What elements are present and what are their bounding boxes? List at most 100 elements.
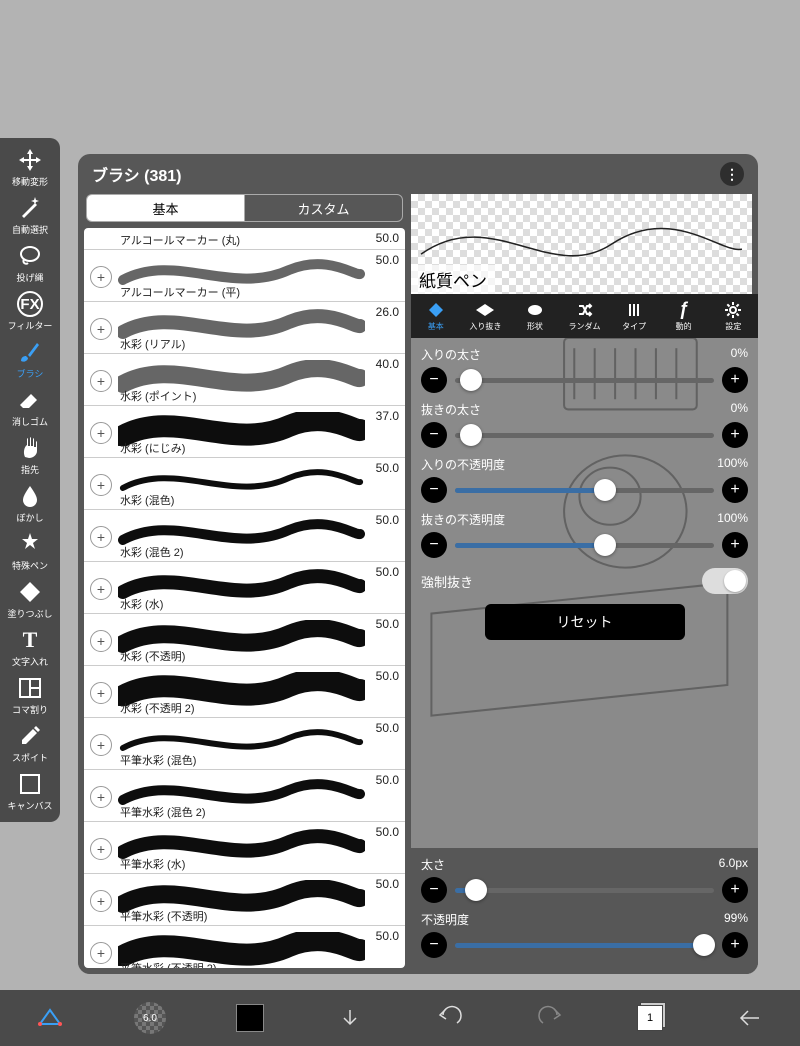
tool-eyedrop[interactable]: スポイト — [2, 720, 58, 768]
add-brush-button[interactable]: + — [90, 890, 112, 912]
slider-太さ: 太さ6.0px−+ — [421, 856, 748, 903]
add-brush-button[interactable]: + — [90, 682, 112, 704]
brush-name: アルコールマーカー (丸) — [120, 232, 240, 248]
smudge-icon — [16, 434, 44, 462]
slider-track[interactable] — [455, 488, 714, 493]
add-brush-button[interactable]: + — [90, 318, 112, 340]
tool-canvas[interactable]: キャンバス — [2, 768, 58, 816]
brush-size-value: 50.0 — [376, 617, 399, 631]
brush-row[interactable]: +平筆水彩 (不透明)50.0 — [84, 874, 405, 926]
layers-icon[interactable]: 1 — [628, 996, 672, 1040]
minus-button[interactable]: − — [421, 367, 447, 393]
brush-name: 水彩 (混色 2) — [120, 544, 184, 560]
add-brush-button[interactable]: + — [90, 838, 112, 860]
tool-fill[interactable]: 塗りつぶし — [2, 576, 58, 624]
prop-tab-shape[interactable]: 形状 — [510, 294, 560, 338]
slider-入りの不透明度: 入りの不透明度100%−+ — [421, 456, 748, 503]
color-swatch[interactable] — [228, 996, 272, 1040]
prop-tab-basic[interactable]: 基本 — [411, 294, 461, 338]
brush-size-value: 50.0 — [376, 253, 399, 267]
brush-row[interactable]: +平筆水彩 (水)50.0 — [84, 822, 405, 874]
slider-track[interactable] — [455, 378, 714, 383]
brush-row[interactable]: +水彩 (混色 2)50.0 — [84, 510, 405, 562]
reset-button[interactable]: リセット — [485, 604, 685, 640]
undo-icon[interactable] — [428, 996, 472, 1040]
brush-row[interactable]: +水彩 (混色)50.0 — [84, 458, 405, 510]
slider-track[interactable] — [455, 943, 714, 948]
fx-icon: FX — [16, 290, 44, 318]
brush-row[interactable]: +平筆水彩 (混色 2)50.0 — [84, 770, 405, 822]
brush-icon — [16, 338, 44, 366]
prop-tab-inout[interactable]: 入り抜き — [461, 294, 511, 338]
add-brush-button[interactable]: + — [90, 734, 112, 756]
brush-size-swatch[interactable]: 6.0 — [128, 996, 172, 1040]
tool-brush[interactable]: ブラシ — [2, 336, 58, 384]
plus-button[interactable]: + — [722, 477, 748, 503]
shape-tool-icon[interactable] — [28, 996, 72, 1040]
add-brush-button[interactable]: + — [90, 630, 112, 652]
prop-tab-label: タイプ — [622, 321, 646, 332]
tool-magic[interactable]: 自動選択 — [2, 192, 58, 240]
brush-row[interactable]: +平筆水彩 (混色)50.0 — [84, 718, 405, 770]
tool-eraser[interactable]: 消しゴム — [2, 384, 58, 432]
tool-fx[interactable]: FXフィルター — [2, 288, 58, 336]
brush-size-value: 50.0 — [376, 565, 399, 579]
add-brush-button[interactable]: + — [90, 370, 112, 392]
slider-value: 6.0px — [719, 856, 748, 873]
tool-text[interactable]: T文字入れ — [2, 624, 58, 672]
prop-tab-settings[interactable]: 設定 — [708, 294, 758, 338]
tool-special[interactable]: 特殊ペン — [2, 528, 58, 576]
download-icon[interactable] — [328, 996, 372, 1040]
brush-row[interactable]: アルコールマーカー (丸)50.0 — [84, 228, 405, 250]
tool-lasso[interactable]: 投げ縄 — [2, 240, 58, 288]
type-icon — [625, 301, 643, 319]
prop-tab-dynamic[interactable]: ƒ動的 — [659, 294, 709, 338]
plus-button[interactable]: + — [722, 367, 748, 393]
tab-custom[interactable]: カスタム — [244, 194, 403, 222]
add-brush-button[interactable]: + — [90, 266, 112, 288]
add-brush-button[interactable]: + — [90, 942, 112, 964]
add-brush-button[interactable]: + — [90, 578, 112, 600]
plus-button[interactable]: + — [722, 422, 748, 448]
brush-row[interactable]: +平筆水彩 (不透明 2)50.0 — [84, 926, 405, 968]
brush-list[interactable]: アルコールマーカー (丸)50.0+アルコールマーカー (平)50.0+水彩 (… — [84, 228, 405, 968]
plus-button[interactable]: + — [722, 932, 748, 958]
tab-basic[interactable]: 基本 — [86, 194, 244, 222]
minus-button[interactable]: − — [421, 532, 447, 558]
brush-row[interactable]: +アルコールマーカー (平)50.0 — [84, 250, 405, 302]
tool-move[interactable]: 移動変形 — [2, 144, 58, 192]
slider-track[interactable] — [455, 433, 714, 438]
force-out-switch[interactable] — [702, 568, 748, 594]
add-brush-button[interactable]: + — [90, 786, 112, 808]
tool-blur[interactable]: ぼかし — [2, 480, 58, 528]
tool-label: 特殊ペン — [12, 559, 48, 572]
add-brush-button[interactable]: + — [90, 526, 112, 548]
slider-track[interactable] — [455, 888, 714, 893]
back-icon[interactable] — [728, 996, 772, 1040]
minus-button[interactable]: − — [421, 932, 447, 958]
eraser-icon — [16, 386, 44, 414]
tool-frame[interactable]: コマ割り — [2, 672, 58, 720]
tool-smudge[interactable]: 指先 — [2, 432, 58, 480]
brush-row[interactable]: +水彩 (リアル)26.0 — [84, 302, 405, 354]
brush-row[interactable]: + 水彩 (水) 50.0 — [84, 562, 405, 614]
prop-tab-type[interactable]: タイプ — [609, 294, 659, 338]
text-icon: T — [16, 626, 44, 654]
prop-tab-random[interactable]: ランダム — [560, 294, 610, 338]
add-brush-button[interactable]: + — [90, 474, 112, 496]
add-brush-button[interactable]: + — [90, 422, 112, 444]
brush-row[interactable]: +水彩 (にじみ)37.0 — [84, 406, 405, 458]
tool-label: 消しゴム — [12, 415, 48, 428]
brush-row[interactable]: +水彩 (ポイント)40.0 — [84, 354, 405, 406]
brush-row[interactable]: +水彩 (不透明)50.0 — [84, 614, 405, 666]
brush-name: 水彩 (水) — [120, 596, 163, 612]
plus-button[interactable]: + — [722, 532, 748, 558]
minus-button[interactable]: − — [421, 422, 447, 448]
minus-button[interactable]: − — [421, 877, 447, 903]
minus-button[interactable]: − — [421, 477, 447, 503]
redo-icon[interactable] — [528, 996, 572, 1040]
more-button[interactable]: ⋮ — [720, 162, 744, 186]
brush-row[interactable]: +水彩 (不透明 2)50.0 — [84, 666, 405, 718]
plus-button[interactable]: + — [722, 877, 748, 903]
slider-track[interactable] — [455, 543, 714, 548]
